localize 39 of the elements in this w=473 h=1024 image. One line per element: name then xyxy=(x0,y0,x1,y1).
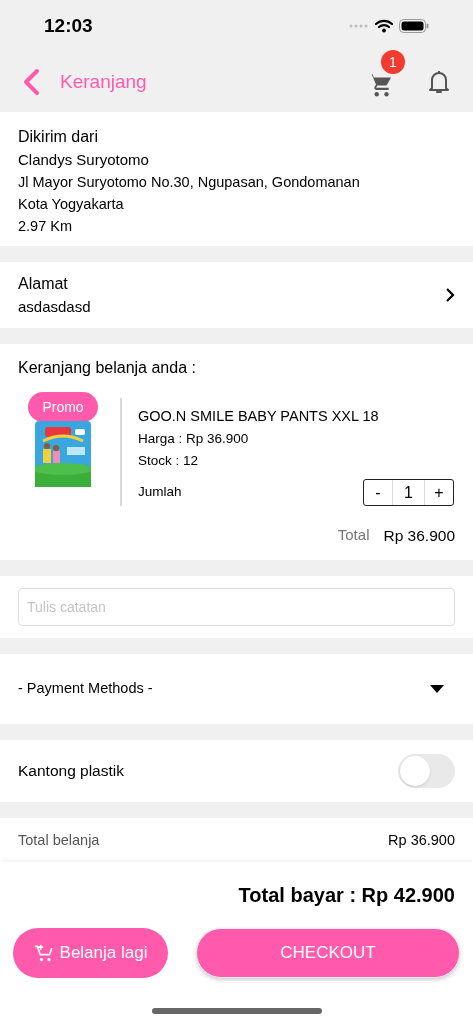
chevron-right-icon xyxy=(445,287,455,303)
promo-badge: Promo xyxy=(28,392,98,422)
dropdown-arrow-icon xyxy=(430,685,444,693)
quantity-value: 1 xyxy=(392,480,425,505)
section-heading: Alamat xyxy=(18,273,69,294)
back-button[interactable] xyxy=(22,68,40,96)
quantity-label: Jumlah xyxy=(138,483,182,502)
sender-distance: 2.97 Km xyxy=(18,217,73,236)
increment-button[interactable]: + xyxy=(425,480,453,505)
sender-address: Jl Mayor Suryotomo No.30, Ngupasan, Gondomanan xyxy=(18,173,361,192)
note-field[interactable]: Tulis catatan xyxy=(18,588,455,626)
plastic-bag-toggle[interactable] xyxy=(398,754,455,788)
back-icon xyxy=(22,68,40,96)
decrement-button[interactable]: - xyxy=(364,480,392,505)
product-price: Harga : Rp 36.900 xyxy=(138,430,250,448)
payment-dropdown[interactable]: - Payment Methods - xyxy=(0,654,473,724)
battery-icon xyxy=(399,19,429,33)
address-value: asdasdasd xyxy=(18,296,92,317)
wifi-icon xyxy=(375,19,393,33)
address-row[interactable]: Alamat asdasdasd xyxy=(0,262,473,328)
total-payment: Total bayar : Rp 42.900 xyxy=(238,883,455,908)
status-time: 12:03 xyxy=(44,13,93,38)
cart-add-icon xyxy=(33,943,54,963)
total-value: Rp 36.900 xyxy=(383,526,455,546)
sender-city: Kota Yogyakarta xyxy=(18,195,125,214)
sender-name: Clandys Suryotomo xyxy=(18,150,150,170)
product-name: GOO.N SMILE BABY PANTS XXL 18 xyxy=(138,407,380,426)
section-heading: Keranjang belanja anda : xyxy=(18,358,197,378)
plastic-bag-label: Kantong plastik xyxy=(18,761,124,782)
cart-badge: 1 xyxy=(381,50,405,74)
total-label: Total xyxy=(337,525,370,546)
payment-placeholder: - Payment Methods - xyxy=(18,679,153,699)
signal-icon xyxy=(349,24,369,28)
notification-bell-icon[interactable] xyxy=(427,69,451,95)
summary-value: Rp 36.900 xyxy=(388,831,455,850)
section-heading: Dikirim dari xyxy=(18,127,99,147)
product-stock: Stock : 12 xyxy=(138,452,200,470)
page-title: Keranjang xyxy=(60,69,147,94)
summary-label: Total belanja xyxy=(18,831,100,850)
